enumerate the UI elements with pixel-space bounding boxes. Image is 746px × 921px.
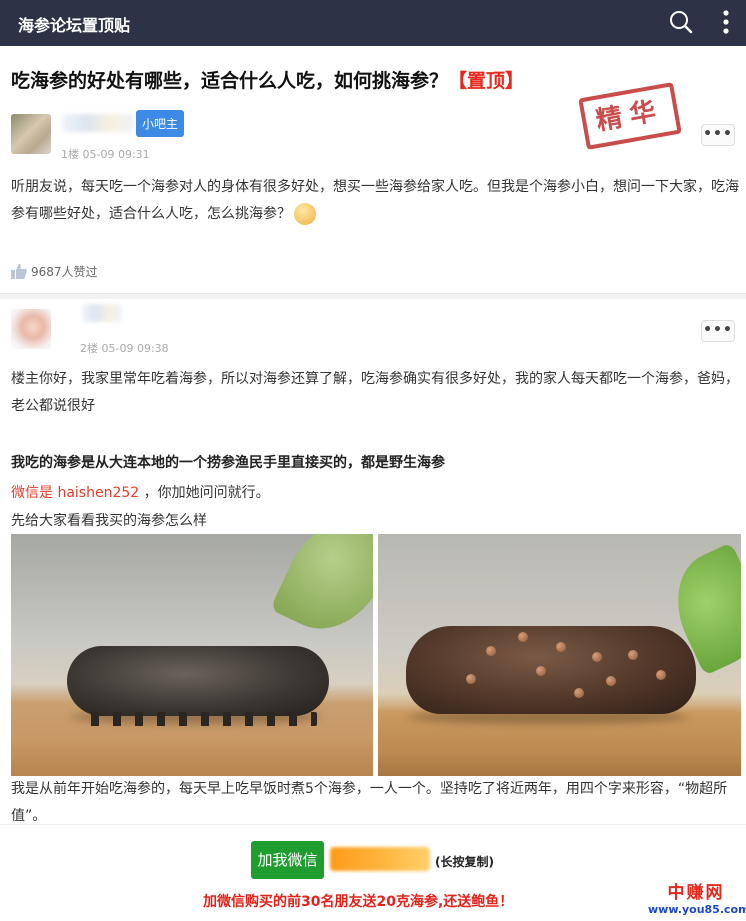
spot	[536, 666, 546, 676]
post-title-text: 吃海参的好处有哪些，适合什么人吃，如何挑海参？	[11, 70, 449, 92]
wechat-id[interactable]: haishen252	[57, 485, 139, 501]
soaked-sea-cucumber	[406, 626, 696, 714]
wechat-suffix: ，你加她问问就行。	[143, 485, 270, 501]
forum-title[interactable]: 海参论坛置顶贴	[18, 12, 130, 36]
reply-paragraph: 楼主你好，我家里常年吃着海参，所以对海参还算了解，吃海参确实有很多好处，我的家人…	[11, 371, 739, 414]
spot	[574, 688, 584, 698]
spot	[466, 674, 476, 684]
watermark-en: www.you85.com	[648, 903, 746, 916]
reply-more-button[interactable]: •••	[701, 320, 735, 342]
spot	[486, 646, 496, 656]
avatar[interactable]	[11, 114, 51, 154]
divider	[0, 293, 746, 299]
watermark-cn: 中赚网	[667, 883, 725, 903]
promo-text: 加微信购买的前30名朋友送20克海参,还送鲍鱼！	[203, 894, 514, 910]
post-content-text: 听朋友说，每天吃一个海参对人的身体有很多好处，想买一些海参给家人吃。但我是个海参…	[11, 179, 739, 222]
avatar[interactable]	[11, 309, 51, 349]
floor-meta: 1楼 05-09 09:31	[61, 148, 150, 161]
reply-paragraph: 我是从前年开始吃海参的，每天早上吃早饭时煮5个海参，一人一个。坚持吃了将近两年，…	[11, 781, 728, 824]
reply-bold-line: 我吃的海参是从大连本地的一个捞参渔民手里直接买的，都是野生海参	[11, 455, 445, 471]
leaf	[269, 534, 373, 648]
top-bar: 海参论坛置顶贴	[0, 0, 746, 46]
pleading-face-emoji-icon	[294, 203, 316, 225]
spot	[628, 650, 638, 660]
spot	[606, 676, 616, 686]
blurred-username	[82, 304, 122, 322]
moderator-badge: 小吧主	[136, 110, 185, 137]
wechat-line: 微信是 haishen252 ，你加她问问就行。	[11, 482, 270, 502]
longpress-copy-label: (长按复制)	[435, 855, 494, 869]
site-watermark: 中赚网 www.you85.com	[648, 878, 746, 916]
post-content: 听朋友说，每天吃一个海参对人的身体有很多好处，想买一些海参给家人吃。但我是个海参…	[11, 174, 739, 228]
search-icon[interactable]	[669, 10, 693, 34]
floor-meta: 2楼 05-09 09:38	[80, 342, 169, 355]
look-line: 先给大家看看我买的海参怎么样	[11, 513, 207, 529]
post-more-button[interactable]: •••	[701, 124, 735, 146]
blurred-username	[62, 114, 134, 132]
bottom-bar: 加我微信 (长按复制) 加微信购买的前30名朋友送20克海参,还送鲍鱼！	[0, 824, 746, 921]
dried-sea-cucumber	[67, 646, 329, 726]
sea-cucumber-photo[interactable]	[378, 534, 741, 776]
post-title: 吃海参的好处有哪些，适合什么人吃，如何挑海参？【置顶】	[11, 66, 611, 93]
spot	[592, 652, 602, 662]
spot	[656, 670, 666, 680]
pin-label: 【置顶】	[448, 70, 525, 92]
like-count[interactable]: 9687人赞过	[11, 263, 98, 280]
sea-cucumber-photo[interactable]	[11, 534, 373, 776]
spot	[556, 642, 566, 652]
spot	[518, 632, 528, 642]
add-wechat-button[interactable]: 加我微信	[251, 841, 324, 879]
thumb-up-icon	[11, 264, 27, 279]
wechat-label: 微信是	[11, 485, 53, 501]
like-text: 9687人赞过	[31, 265, 98, 279]
blurred-wechat-id[interactable]	[330, 847, 430, 871]
more-vertical-icon[interactable]	[721, 9, 731, 35]
